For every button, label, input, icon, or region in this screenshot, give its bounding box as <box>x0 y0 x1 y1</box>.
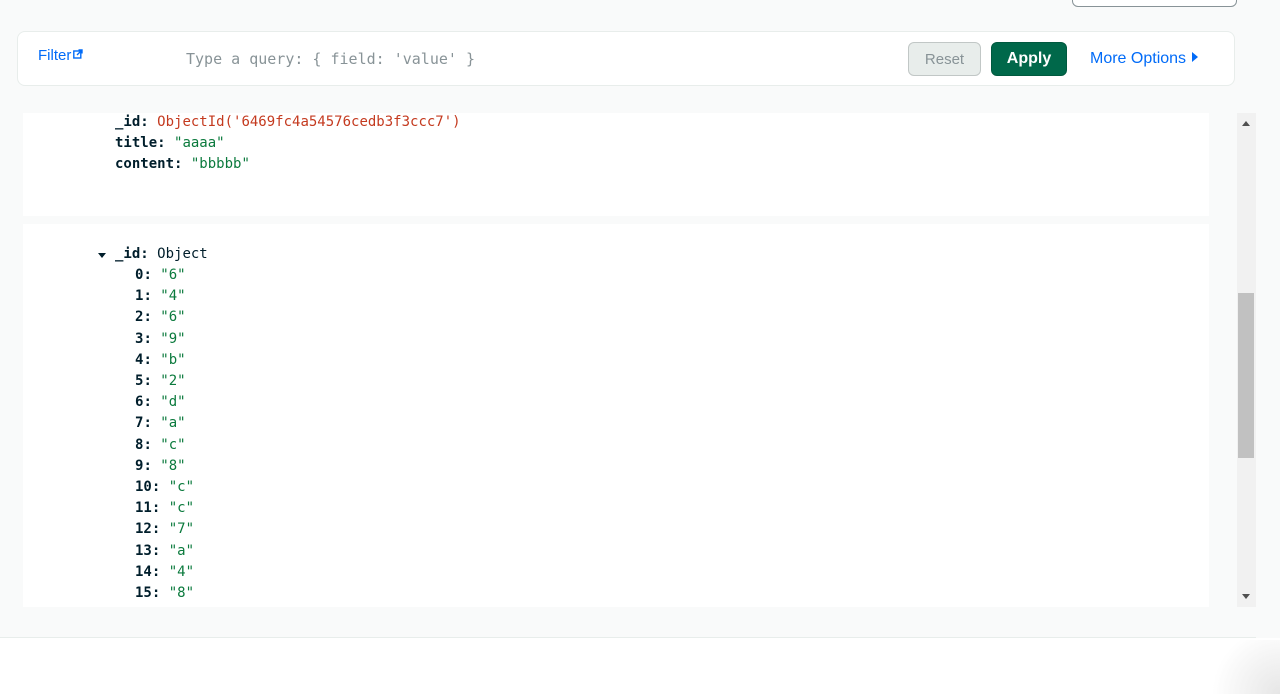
nested-entry-row: 8: "c" <box>135 436 186 453</box>
nested-entry-row: 0: "6" <box>135 267 186 283</box>
external-link-icon <box>73 46 84 59</box>
document-card[interactable]: _id: Object 0: "6" 1: "4" 2: "6" 3: "9" 4: "… <box>23 224 1209 607</box>
field-key: _id <box>115 114 141 130</box>
entry-key: 12 <box>135 521 152 538</box>
filter-link[interactable]: Filter <box>38 46 84 64</box>
field-value: "aaaa" <box>174 135 225 151</box>
filter-label: Filter <box>38 47 72 64</box>
caret-down-icon[interactable] <box>98 253 106 258</box>
nested-entry-row: 7: "a" <box>135 415 186 432</box>
entry-value: "c" <box>168 479 195 495</box>
document-field-row: title: "aaaa" <box>115 135 225 151</box>
vertical-scrollbar[interactable] <box>1237 113 1256 607</box>
scroll-down-icon[interactable] <box>1242 594 1250 599</box>
entry-value: "d" <box>160 394 186 411</box>
toolbar-button-edge[interactable] <box>1072 0 1237 7</box>
documents-list: _id: ObjectId('6469fc4a54576cedb3f3ccc7'… <box>0 113 1256 607</box>
nested-entry-row: 10: "c" <box>135 479 195 495</box>
entry-value: "c" <box>160 436 186 453</box>
entry-key: 14 <box>135 563 152 580</box>
entry-value: "a" <box>160 415 186 432</box>
nested-entry-row: 5: "2" <box>135 373 186 389</box>
entry-value: "c" <box>168 500 195 517</box>
nested-entry-row: 11: "c" <box>135 500 195 517</box>
field-key: title <box>115 135 158 151</box>
nested-entry-row: 3: "9" <box>135 330 186 347</box>
entry-value: "4" <box>168 563 195 580</box>
entry-key: 11 <box>135 500 152 517</box>
entry-value: "6" <box>160 267 186 283</box>
document-card[interactable]: _id: ObjectId('6469fc4a54576cedb3f3ccc7'… <box>23 113 1209 216</box>
scrollbar-thumb[interactable] <box>1238 293 1254 458</box>
corner-shadow <box>1200 640 1280 694</box>
entry-value: "4" <box>160 288 186 305</box>
entry-value: "7" <box>168 521 195 538</box>
entry-value: "8" <box>160 457 186 474</box>
field-type-label: Object <box>157 246 208 262</box>
document-field-row: _id: ObjectId('6469fc4a54576cedb3f3ccc7'… <box>115 114 461 130</box>
more-options-label: More Options <box>1090 50 1187 67</box>
entry-value: "2" <box>160 373 186 389</box>
nested-entry-row: 13: "a" <box>135 542 195 559</box>
nested-entry-row: 2: "6" <box>135 309 186 326</box>
entry-key: 15 <box>135 585 152 601</box>
nested-entry-row: 12: "7" <box>135 521 195 538</box>
nested-entry-row: 6: "d" <box>135 394 186 411</box>
nested-entry-row: 1: "4" <box>135 288 186 305</box>
apply-button[interactable]: Apply <box>991 42 1067 76</box>
top-toolbar-strip <box>0 0 1280 30</box>
document-field-row: content: "bbbbb" <box>115 156 250 172</box>
nested-entry-row: 15: "8" <box>135 585 195 601</box>
nested-entry-row: 9: "8" <box>135 457 186 474</box>
nested-entry-row: 4: "b" <box>135 351 186 368</box>
entry-key: 10 <box>135 479 152 495</box>
entry-key: 13 <box>135 542 152 559</box>
query-bar: Filter Reset Apply More Options <box>17 31 1235 86</box>
more-options-button[interactable]: More Options <box>1090 50 1199 68</box>
nested-entry-row: 14: "4" <box>135 563 195 580</box>
field-key: content <box>115 156 175 172</box>
scroll-up-icon[interactable] <box>1242 121 1250 126</box>
entry-value: "b" <box>160 351 186 368</box>
document-field-row[interactable]: _id: Object <box>115 244 208 265</box>
reset-button[interactable]: Reset <box>908 42 981 76</box>
query-input[interactable] <box>186 46 886 72</box>
caret-right-icon <box>1192 52 1199 62</box>
entry-value: "8" <box>168 585 195 601</box>
entry-value: "9" <box>160 330 186 347</box>
field-value: ObjectId('6469fc4a54576cedb3f3ccc7') <box>157 114 461 130</box>
field-value: "bbbbb" <box>190 156 250 172</box>
entry-value: "6" <box>160 309 186 326</box>
footer-area <box>0 638 1280 694</box>
field-key: _id <box>115 246 141 262</box>
entry-value: "a" <box>168 542 195 559</box>
